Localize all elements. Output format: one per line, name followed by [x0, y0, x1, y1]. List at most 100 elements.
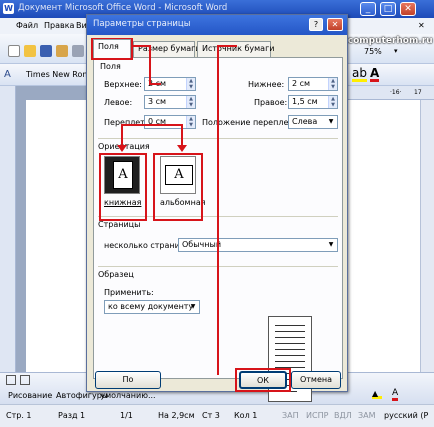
fill-color-icon[interactable]: ▲: [372, 389, 382, 399]
default-button[interactable]: По умолчанию...: [95, 371, 161, 400]
preview-line: [275, 361, 305, 362]
maximize-icon[interactable]: □: [380, 2, 396, 16]
right-margin-value: 1,5 см: [292, 97, 318, 106]
zoom-value[interactable]: 75%: [364, 47, 382, 56]
highlight-connector: [181, 124, 183, 146]
gutter-position-value: Слева: [292, 117, 318, 126]
right-margin-input[interactable]: 1,5 см ▲ ▼: [288, 95, 338, 109]
arrow-down-icon: [117, 145, 127, 152]
preview-line: [275, 343, 305, 344]
status-trk: ИСПР: [306, 411, 329, 420]
font-name-box[interactable]: Times New Rom: [26, 70, 90, 79]
left-margin-value: 3 см: [148, 97, 167, 106]
dialog-close-button[interactable]: ✕: [327, 18, 343, 31]
apply-to-select[interactable]: ко всему документу ▼: [104, 300, 200, 314]
margins-section-title: Поля: [100, 62, 121, 71]
permission-icon[interactable]: [56, 45, 68, 57]
multiple-pages-label: несколько страниц:: [104, 241, 188, 250]
tab-margins[interactable]: Поля: [93, 39, 131, 58]
tab-paper-size[interactable]: Размер бумаги: [133, 41, 201, 57]
vertical-ruler: [0, 86, 16, 372]
word-window-title: Документ Microsoft Office Word - Microso…: [18, 3, 228, 13]
arrow-down-icon: [177, 145, 187, 152]
status-pages: 1/1: [120, 411, 133, 420]
status-at: На 2,9см: [158, 411, 195, 420]
top-margin-label: Верхнее:: [104, 80, 142, 89]
vertical-scrollbar[interactable]: [420, 100, 434, 372]
highlight-connector: [149, 83, 161, 85]
layout-view-icon[interactable]: [20, 375, 30, 385]
horizontal-ruler: ·16· 17: [348, 86, 434, 100]
status-bar: Стр. 1 Разд 1 1/1 На 2,9см Ст 3 Кол 1 ЗА…: [0, 404, 434, 427]
page-setup-dialog: Параметры страницы ? ✕ Поля Размер бумаг…: [86, 14, 348, 402]
dialog-titlebar: Параметры страницы ? ✕: [87, 15, 347, 35]
highlight-connector: [217, 45, 237, 47]
highlight-connector: [121, 124, 123, 146]
drawing-menu[interactable]: Рисование: [8, 391, 52, 400]
pages-section-title: Страницы: [98, 220, 141, 229]
sample-section-title: Образец: [98, 270, 134, 279]
menu-edit[interactable]: Правка: [44, 21, 74, 30]
ruler-mark-16: ·16·: [390, 89, 402, 96]
tab-paper-source[interactable]: Источник бумаги: [197, 41, 274, 57]
left-margin-input[interactable]: 3 см ▲ ▼: [144, 95, 196, 109]
preview-line: [275, 355, 305, 356]
line-color-icon[interactable]: A: [392, 389, 399, 401]
status-col: Кол 1: [234, 411, 258, 420]
close-icon[interactable]: ✕: [400, 2, 416, 16]
gutter-input[interactable]: 0 см ▲ ▼: [144, 115, 196, 129]
gutter-spinner-icon[interactable]: ▲ ▼: [186, 116, 195, 128]
chevron-down-icon: ▼: [328, 241, 334, 248]
right-margin-spinner-icon[interactable]: ▲ ▼: [328, 96, 337, 108]
highlight-connector: [217, 45, 219, 375]
font-color-icon[interactable]: A: [370, 67, 380, 82]
highlight-landscape: [153, 153, 203, 221]
menu-file[interactable]: Файл: [16, 21, 38, 30]
left-margin-label: Левое:: [104, 98, 133, 107]
preview-line: [275, 349, 305, 350]
bottom-margin-input[interactable]: 2 см ▲ ▼: [288, 77, 338, 91]
right-margin-label: Правое:: [254, 98, 288, 107]
print-icon[interactable]: [72, 45, 84, 57]
cancel-button[interactable]: Отмена: [291, 371, 341, 389]
status-page: Стр. 1: [6, 411, 32, 420]
help-icon[interactable]: ✕: [418, 21, 425, 30]
chevron-down-icon: ▼: [190, 303, 196, 310]
status-section: Разд 1: [58, 411, 86, 420]
status-ext: ВДЛ: [334, 411, 352, 420]
highlight-portrait: [99, 153, 147, 221]
ruler-mark-17: 17: [414, 89, 422, 96]
highlight-ok-button: [235, 368, 291, 392]
save-icon[interactable]: [40, 45, 52, 57]
top-margin-spinner-icon[interactable]: ▲ ▼: [186, 78, 195, 90]
style-icon[interactable]: A: [4, 69, 11, 80]
status-rec: ЗАП: [282, 411, 299, 420]
multiple-pages-select[interactable]: Обычный ▼: [178, 238, 338, 252]
dialog-title: Параметры страницы: [93, 19, 191, 29]
preview-line: [275, 325, 305, 326]
minimize-icon[interactable]: _: [360, 2, 376, 16]
status-ovr: ЗАМ: [358, 411, 376, 420]
left-margin-spinner-icon[interactable]: ▲ ▼: [186, 96, 195, 108]
gutter-position-select[interactable]: Слева ▼: [288, 115, 338, 129]
normal-view-icon[interactable]: [6, 375, 16, 385]
preview-line: [275, 337, 305, 338]
word-app-icon: W: [3, 3, 14, 14]
preview-line: [275, 331, 305, 332]
status-language: русский (Р: [384, 411, 429, 420]
open-folder-icon[interactable]: [24, 45, 36, 57]
dialog-help-button[interactable]: ?: [309, 18, 323, 31]
new-document-icon[interactable]: [8, 45, 20, 57]
bottom-margin-label: Нижнее:: [248, 80, 285, 89]
chevron-down-icon: ▼: [328, 118, 334, 125]
apply-to-value: ко всему документу: [108, 302, 194, 311]
zoom-dropdown-icon[interactable]: ▾: [394, 47, 402, 55]
multiple-pages-value: Обычный: [182, 240, 222, 249]
bottom-margin-value: 2 см: [292, 79, 311, 88]
highlight-icon[interactable]: ab: [352, 67, 367, 82]
highlight-connector: [121, 124, 183, 126]
status-line: Ст 3: [202, 411, 220, 420]
apply-to-label: Применить:: [104, 288, 154, 297]
highlight-connector: [149, 45, 151, 85]
bottom-margin-spinner-icon[interactable]: ▲ ▼: [328, 78, 337, 90]
